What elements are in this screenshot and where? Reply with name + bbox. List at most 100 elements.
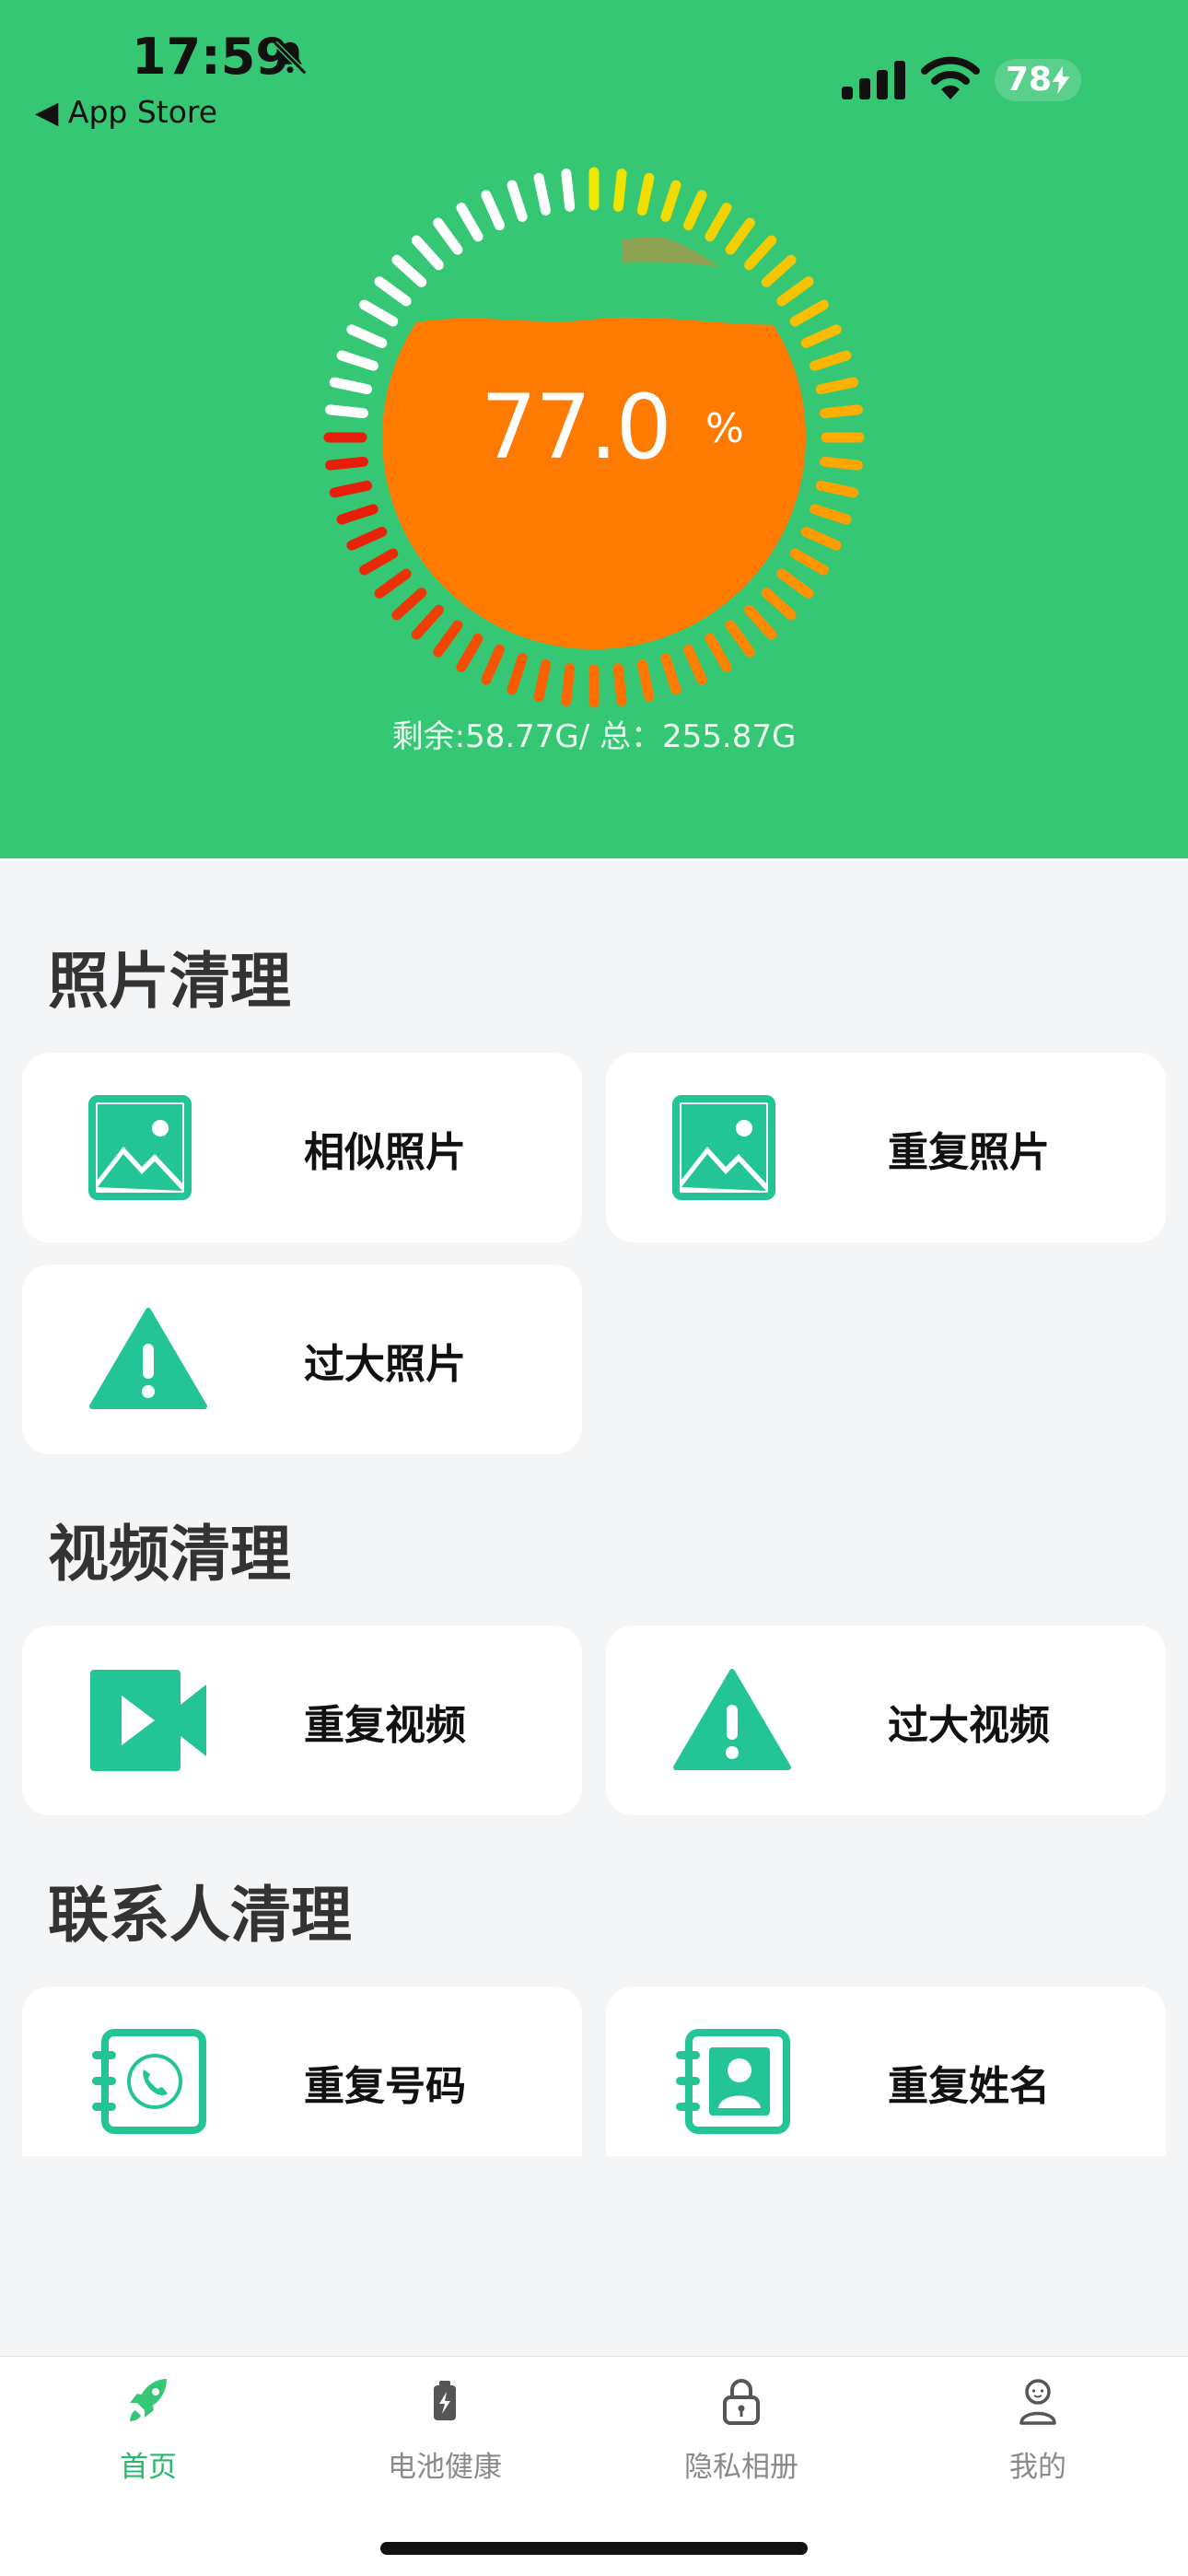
- card-label: 相似照片: [304, 1129, 466, 1176]
- gauge-tick: [325, 456, 368, 471]
- gauge-tick: [744, 235, 777, 271]
- card-large-videos[interactable]: 过大视频: [606, 1626, 1166, 1815]
- rocket-icon: [130, 2379, 167, 2421]
- card-label: 重复照片: [888, 1129, 1050, 1176]
- gauge-tick: [336, 350, 379, 371]
- gauge-tick: [374, 276, 412, 307]
- gauge-tick: [561, 169, 576, 212]
- tab-label: 电池健康: [388, 2451, 502, 2484]
- gauge-tick: [809, 504, 852, 525]
- charging-bolt-icon: [1052, 66, 1070, 94]
- card-label: 过大照片: [304, 1341, 466, 1388]
- gauge-tick: [336, 504, 379, 525]
- battery-icon: [434, 2381, 456, 2420]
- warning-icon: [673, 1669, 791, 1770]
- gauge-tick: [561, 663, 576, 706]
- lock-icon: [723, 2379, 760, 2425]
- card-duplicate-videos[interactable]: 重复视频: [22, 1626, 582, 1815]
- gauge-tick: [533, 659, 552, 703]
- gauge-tick: [820, 404, 863, 419]
- tab-label: 我的: [1009, 2451, 1066, 2484]
- gauge-tick: [815, 480, 859, 498]
- gauge-tick: [374, 568, 412, 599]
- gauge-tick: [820, 456, 863, 471]
- gauge-tick: [761, 588, 797, 621]
- gauge-tick: [346, 526, 388, 551]
- bell-slash-icon: [273, 41, 308, 76]
- gauge-tick: [507, 653, 528, 695]
- image-icon: [672, 1095, 775, 1200]
- card-label: 重复视频: [304, 1702, 466, 1749]
- card-label: 重复号码: [304, 2063, 466, 2110]
- gauge-tick: [612, 169, 627, 212]
- gauge-fill: [382, 317, 806, 649]
- storage-summary: 剩余:58.77G/ 总：255.87G: [391, 718, 797, 755]
- phone-book-icon: [92, 2029, 206, 2134]
- gauge-tick: [507, 180, 528, 222]
- battery-indicator: 78: [995, 59, 1081, 101]
- gauge-tick: [346, 324, 388, 349]
- gauge-tick: [776, 276, 814, 307]
- gauge-tick: [776, 568, 814, 599]
- storage-percent-value: 77.0: [481, 376, 672, 479]
- card-duplicate-numbers[interactable]: 重复号码: [22, 1987, 582, 2156]
- gauge-tick: [800, 324, 842, 349]
- gauge-tick: [359, 299, 399, 327]
- contact-book-icon: [676, 2029, 790, 2134]
- warning-icon: [89, 1308, 207, 1409]
- gauge-tick: [612, 663, 627, 706]
- profile-icon: [1019, 2379, 1056, 2425]
- gauge-tick: [660, 653, 681, 695]
- card-duplicate-names[interactable]: 重复姓名: [606, 1987, 1166, 2156]
- gauge-tick: [456, 203, 483, 242]
- gauge-tick: [682, 190, 707, 231]
- gauge-tick: [325, 404, 368, 419]
- card-large-photos[interactable]: 过大照片: [22, 1265, 582, 1454]
- gauge-tick: [660, 180, 681, 222]
- card-label: 重复姓名: [888, 2063, 1050, 2110]
- gauge-tick: [329, 480, 373, 498]
- gauge-tick: [705, 633, 732, 672]
- gauge-tick: [456, 633, 483, 672]
- gauge-tick: [433, 620, 463, 658]
- tab-private-album[interactable]: 隐私相册: [593, 2375, 890, 2504]
- gauge-tick: [481, 190, 506, 231]
- tab-label: 首页: [120, 2451, 177, 2484]
- gauge-tick: [789, 299, 829, 327]
- back-to-app-store-link[interactable]: ◀ App Store: [35, 94, 217, 130]
- gauge-tick: [636, 172, 655, 216]
- card-duplicate-photos[interactable]: 重复照片: [606, 1053, 1166, 1242]
- tab-battery-health[interactable]: 电池健康: [297, 2375, 593, 2504]
- section-title-videos: 视频清理: [48, 1519, 291, 1590]
- status-time: 17:59: [132, 28, 290, 86]
- section-title-photos: 照片清理: [48, 946, 291, 1017]
- wifi-icon: [921, 56, 980, 99]
- gauge-tick: [411, 604, 444, 640]
- gauge-tick: [433, 217, 463, 255]
- image-icon: [88, 1095, 192, 1200]
- tab-home[interactable]: 首页: [0, 2375, 297, 2504]
- card-label: 过大视频: [888, 1702, 1050, 1749]
- gauge-tick: [481, 644, 506, 685]
- home-indicator: [380, 2542, 808, 2555]
- tab-label: 隐私相册: [684, 2451, 798, 2484]
- video-icon: [90, 1670, 206, 1771]
- gauge-tick: [359, 548, 399, 576]
- gauge-tick: [815, 377, 859, 395]
- gauge-tick: [744, 604, 777, 640]
- section-title-contacts: 联系人清理: [48, 1880, 352, 1951]
- gauge-tick: [329, 377, 373, 395]
- gauge-tick: [725, 217, 755, 255]
- gauge-tick: [705, 203, 732, 242]
- gauge-tick: [800, 526, 842, 551]
- gauge-tick: [682, 644, 707, 685]
- gauge-tick: [391, 254, 427, 287]
- card-similar-photos[interactable]: 相似照片: [22, 1053, 582, 1242]
- storage-percent-unit: %: [705, 405, 744, 452]
- gauge-tick: [391, 588, 427, 621]
- tab-mine[interactable]: 我的: [890, 2375, 1186, 2504]
- gauge-tick: [411, 235, 444, 271]
- gauge-tick: [636, 659, 655, 703]
- gauge-tick: [789, 548, 829, 576]
- gauge-tick: [809, 350, 852, 371]
